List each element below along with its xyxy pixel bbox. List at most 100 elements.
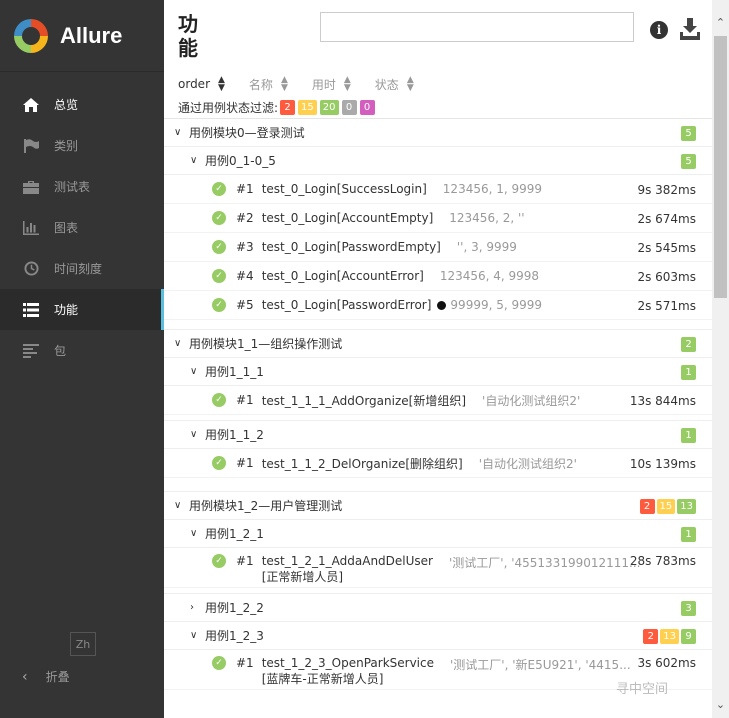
- test-case-row[interactable]: ✓ #4 test_0_Login[AccountError] 123456, …: [164, 262, 712, 291]
- group-title: 用例0_1-0_5: [205, 154, 276, 168]
- search-input[interactable]: [320, 12, 634, 42]
- chevron-down-icon: ∨: [190, 429, 198, 440]
- nav-item-suites[interactable]: 测试表: [0, 166, 164, 207]
- home-icon: [22, 97, 40, 113]
- group-title: 用例1_1_1: [205, 365, 264, 379]
- case-duration: 2s 545ms: [637, 241, 696, 255]
- case-name: test_1_1_1_AddOrganize[新增组织]: [261, 393, 467, 408]
- group-title: 用例1_1_2: [205, 428, 264, 442]
- sort-name[interactable]: 名称 ▲ ▼: [249, 76, 288, 93]
- group-title: 用例1_2_2: [205, 601, 264, 615]
- tree-group-case-1-1-1[interactable]: ∨ 用例1_1_1 1: [164, 358, 712, 386]
- case-number: #1: [236, 393, 254, 407]
- nav-item-label: 包: [54, 344, 67, 358]
- passed-check-icon: ✓: [212, 656, 226, 670]
- nav-item-graphs[interactable]: 图表: [0, 207, 164, 248]
- filter-failed-toggle[interactable]: 2: [280, 99, 296, 115]
- allure-logo-icon: [14, 18, 48, 53]
- scrollbar[interactable]: ⌃ ⌄: [712, 0, 729, 718]
- tree-group-case-1-2-2[interactable]: › 用例1_2_2 3: [164, 594, 712, 622]
- chevron-down-icon: ∨: [174, 500, 182, 511]
- sort-duration-label: 用时: [311, 77, 336, 92]
- nav-item-label: 类别: [54, 139, 79, 153]
- brand[interactable]: Allure: [0, 0, 164, 72]
- tree-group-case-1-1-2[interactable]: ∨ 用例1_1_2 1: [164, 421, 712, 449]
- chevron-down-icon: ∨: [190, 366, 198, 377]
- tree-group-module-0[interactable]: ∨ 用例模块0—登录测试 5: [164, 119, 712, 147]
- nav: 总览 类别 测试表 图表 时间刻度 功能 包: [0, 84, 164, 371]
- group-title: 用例1_2_1: [205, 527, 264, 541]
- filter-unknown-toggle[interactable]: 0: [359, 99, 375, 115]
- nav-item-categories[interactable]: 类别: [0, 125, 164, 166]
- scrollbar-thumb[interactable]: [714, 36, 727, 298]
- passed-count-badge: 5: [681, 154, 696, 169]
- test-case-row[interactable]: ✓ #1 test_1_1_1_AddOrganize[新增组织] '自动化测试…: [164, 386, 712, 415]
- filter-broken-toggle[interactable]: 15: [298, 99, 317, 115]
- test-case-row[interactable]: ✓ #1 test_1_1_2_DelOrganize[删除组织] '自动化测试…: [164, 449, 712, 478]
- case-name-suffix: [正常新增人员]: [261, 570, 344, 584]
- status-filter: 通过用例状态过滤: 2 15 20 0 0: [164, 96, 712, 118]
- case-number: #1: [236, 554, 254, 568]
- broken-count-badge: 13: [660, 629, 679, 644]
- behaviors-tree: ∨ 用例模块0—登录测试 5 ∨ 用例0_1-0_5 5 ✓ #1 test_0…: [164, 118, 712, 690]
- tree-group-case-1-2-1[interactable]: ∨ 用例1_2_1 1: [164, 520, 712, 548]
- test-case-row[interactable]: ✓ #5 test_0_Login[PasswordError] 99999, …: [164, 291, 712, 320]
- align-left-icon: [22, 343, 40, 359]
- tree-group-case-0-1-0-5[interactable]: ∨ 用例0_1-0_5 5: [164, 147, 712, 175]
- nav-item-packages[interactable]: 包: [0, 330, 164, 371]
- tree-group-case-1-2-3[interactable]: ∨ 用例1_2_3 2 13 9: [164, 622, 712, 650]
- case-duration: 2s 674ms: [637, 212, 696, 226]
- nav-item-label: 图表: [54, 221, 79, 235]
- case-duration: 3s 602ms: [637, 656, 696, 670]
- case-params: '自动化测试组织2': [478, 456, 577, 471]
- collapse-button[interactable]: ‹ 折叠: [22, 668, 70, 685]
- download-icon[interactable]: [680, 18, 700, 40]
- sort-duration[interactable]: 用时 ▲ ▼: [312, 76, 351, 93]
- language-button[interactable]: Zh: [70, 632, 96, 656]
- passed-check-icon: ✓: [212, 240, 226, 254]
- chevron-down-icon: ∨: [190, 528, 198, 539]
- passed-count-badge: 9: [681, 629, 696, 644]
- passed-count-badge: 2: [681, 337, 696, 352]
- sort-name-label: 名称: [248, 77, 273, 92]
- case-duration: 28s 783ms: [629, 554, 696, 568]
- case-name: test_0_Login[PasswordError]: [261, 298, 432, 312]
- passed-count-badge: 5: [681, 126, 696, 141]
- flag-icon: [22, 138, 40, 154]
- scroll-down-arrow-icon[interactable]: ⌄: [712, 698, 729, 711]
- status-filter-label: 通过用例状态过滤:: [178, 100, 279, 115]
- filter-skipped-toggle[interactable]: 0: [341, 99, 357, 115]
- test-case-row[interactable]: ✓ #1 test_1_2_1_AddaAndDelUser [正常新增人员] …: [164, 548, 712, 588]
- case-name: test_0_Login[PasswordEmpty]: [261, 240, 441, 254]
- case-name: test_1_2_1_AddaAndDelUser: [261, 554, 433, 568]
- broken-count-badge: 15: [656, 499, 676, 514]
- filter-passed-toggle[interactable]: 20: [319, 99, 339, 115]
- passed-check-icon: ✓: [212, 456, 226, 470]
- nav-item-behaviors[interactable]: 功能: [0, 289, 164, 330]
- case-name-suffix: [蓝牌车-正常新增人员]: [261, 672, 384, 686]
- briefcase-icon: [22, 179, 40, 195]
- main-pane: 功能 i order ▲ ▼ 名称 ▲ ▼ 用时 ▲ ▼ 状态 ▲ ▼ 通过用例状态过滤: 2 …: [164, 0, 712, 718]
- sort-arrow-icon: ▲ ▼: [406, 75, 414, 93]
- page-title: 功能: [178, 12, 198, 60]
- info-icon[interactable]: i: [650, 21, 668, 39]
- chevron-down-icon: ∨: [190, 630, 198, 641]
- header: 功能 i: [164, 0, 712, 72]
- sort-status[interactable]: 状态 ▲ ▼: [375, 76, 414, 93]
- case-number: #2: [236, 211, 254, 225]
- tree-group-module-1-1[interactable]: ∨ 用例模块1_1—组织操作测试 2: [164, 330, 712, 358]
- test-case-row[interactable]: ✓ #3 test_0_Login[PasswordEmpty] '', 3, …: [164, 233, 712, 262]
- nav-item-overview[interactable]: 总览: [0, 84, 164, 125]
- sort-order[interactable]: order ▲ ▼: [178, 76, 225, 93]
- test-case-row[interactable]: ✓ #1 test_0_Login[SuccessLogin] 123456, …: [164, 175, 712, 204]
- case-duration: 10s 139ms: [629, 457, 696, 471]
- tree-group-module-1-2[interactable]: ∨ 用例模块1_2—用户管理测试 2 15 13: [164, 492, 712, 520]
- case-number: #1: [236, 456, 254, 470]
- case-params: '测试工厂', '455133199012111...: [448, 556, 641, 570]
- test-case-row[interactable]: ✓ #2 test_0_Login[AccountEmpty] 123456, …: [164, 204, 712, 233]
- nav-item-timeline[interactable]: 时间刻度: [0, 248, 164, 289]
- case-params: 99999, 5, 9999: [450, 298, 543, 312]
- chevron-down-icon: ∨: [174, 127, 182, 138]
- scroll-up-arrow-icon[interactable]: ⌃: [712, 16, 729, 29]
- chevron-down-icon: ∨: [190, 155, 198, 166]
